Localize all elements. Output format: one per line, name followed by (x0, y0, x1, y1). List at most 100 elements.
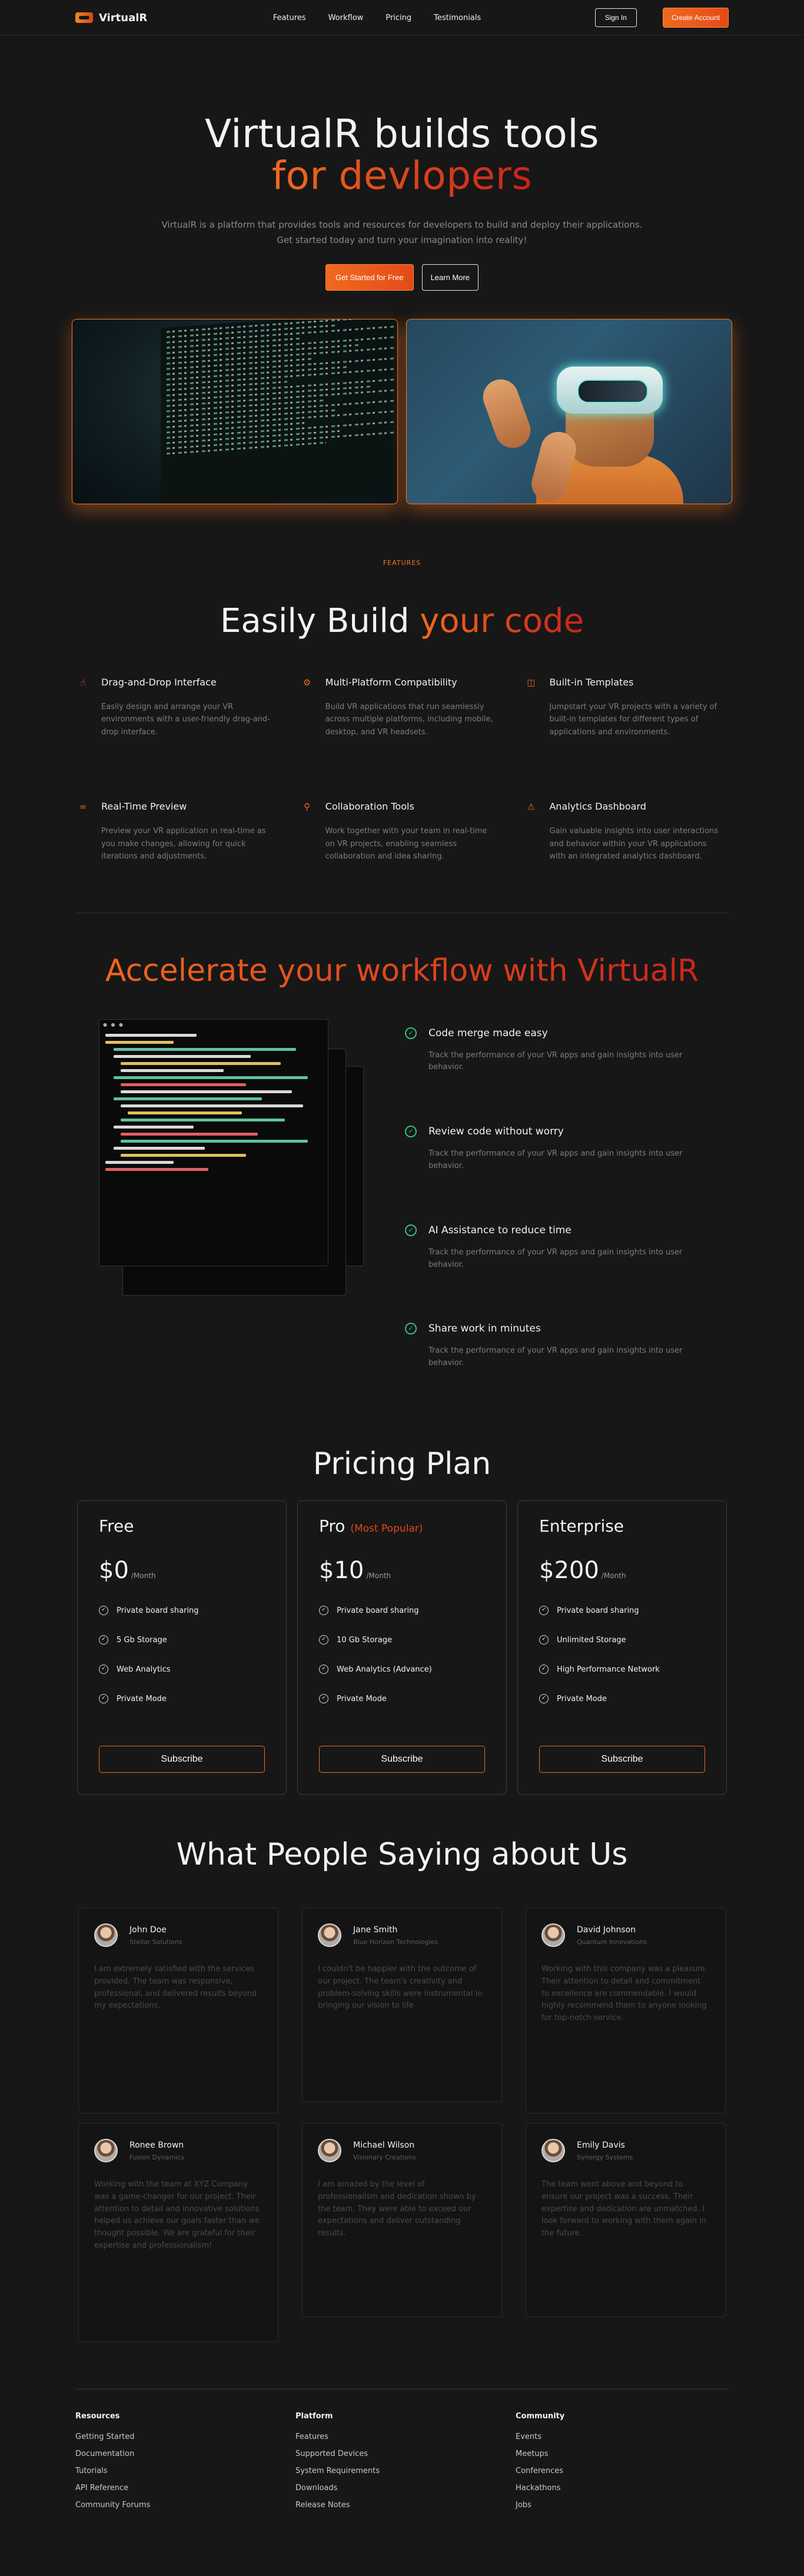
navbar: VirtualR Features Workflow Pricing Testi… (0, 0, 804, 35)
multi-platform-icon: ⚙ (303, 677, 311, 688)
check-circle-icon: ✓ (319, 1694, 328, 1704)
plan-feature: ✓ Private Mode (539, 1684, 705, 1713)
plan-price: $0/Month (99, 1557, 156, 1585)
footer-link[interactable]: Community Forums (75, 2501, 295, 2518)
avatar (94, 1923, 118, 1948)
footer-link[interactable]: Jobs (516, 2501, 736, 2518)
plan-card-enterprise: Enterprise $200/Month ✓ Private board sha… (517, 1500, 727, 1795)
check-icon: ✓ (405, 1323, 417, 1335)
footer-link[interactable]: Tutorials (75, 2467, 295, 2484)
footer-link[interactable]: Hackathons (516, 2484, 736, 2501)
pricing-section: Pricing Plan Free $0/Month ✓ Private boar… (75, 1446, 729, 1795)
nav-link-testimonials[interactable]: Testimonials (434, 14, 481, 22)
footer-link[interactable]: API Reference (75, 2484, 295, 2501)
testimonial-card: Ronee Brown Fusion Dynamics Working with … (78, 2123, 278, 2342)
check-circle-icon: ✓ (99, 1665, 108, 1675)
plan-feature: ✓ 10 Gb Storage (319, 1625, 485, 1655)
check-circle-icon: ✓ (539, 1606, 549, 1616)
check-circle-icon: ✓ (99, 1694, 108, 1704)
plan-feature: ✓ Private Mode (99, 1684, 265, 1713)
check-circle-icon: ✓ (319, 1635, 328, 1645)
workflow-title: Accelerate your workflow with VirtualR (75, 953, 729, 989)
check-circle-icon: ✓ (539, 1665, 549, 1675)
pricing-title: Pricing Plan (313, 1446, 491, 1482)
nav-link-pricing[interactable]: Pricing (386, 14, 411, 22)
subscribe-button[interactable]: Subscribe (99, 1746, 265, 1773)
check-circle-icon: ✓ (319, 1665, 328, 1675)
check-icon: ✓ (405, 1126, 417, 1138)
feature-card: ⚠ Analytics Dashboard Gain valuable insig… (526, 801, 726, 863)
plan-price: $200/Month (539, 1557, 626, 1585)
feature-card: ∞ Real-Time Preview Preview your VR appli… (78, 801, 278, 863)
drag-icon: ☝ (80, 677, 86, 688)
plan-feature: ✓ Private board sharing (539, 1596, 705, 1625)
subscribe-button[interactable]: Subscribe (319, 1746, 485, 1773)
feature-card: ⚲ Collaboration Tools Work together with … (302, 801, 503, 863)
hero-title: VirtualR builds tools for devlopers (0, 113, 804, 197)
nav-links: Features Workflow Pricing Testimonials (261, 14, 481, 22)
features-title: Easily Build your code (220, 602, 584, 641)
vr-headset-icon (75, 12, 93, 23)
testimonial-card: David Johnson Quantum Innovations Working… (526, 1908, 726, 2114)
nav-link-workflow[interactable]: Workflow (328, 14, 364, 22)
testimonials-title: What People Saying about Us (176, 1837, 628, 1873)
footer-column-platform: Platform Features Supported Devices Syst… (295, 2412, 516, 2518)
template-icon: ◫ (527, 677, 536, 688)
check-circle-icon: ✓ (539, 1635, 549, 1645)
check-circle-icon: ✓ (99, 1635, 108, 1645)
plan-feature: ✓ Private board sharing (319, 1596, 485, 1625)
plan-feature: ✓ Private board sharing (99, 1596, 265, 1625)
analytics-icon: ⚠ (527, 801, 536, 812)
hero-subtitle: VirtualR is a platform that provides too… (161, 219, 643, 245)
features-section: FEATURES Easily Build your code ☝ Drag-an… (75, 559, 729, 913)
nav-link-features[interactable]: Features (273, 14, 306, 22)
avatar (318, 1923, 341, 1948)
collaboration-icon: ⚲ (304, 801, 311, 812)
check-icon: ✓ (405, 1224, 417, 1236)
footer-link[interactable]: Downloads (295, 2484, 516, 2501)
footer-link[interactable]: System Requirements (295, 2467, 516, 2484)
brand-logo[interactable]: VirtualR (75, 12, 147, 24)
feature-card: ⚙ Multi-Platform Compatibility Build VR a… (302, 677, 503, 738)
footer-link[interactable]: Meetups (516, 2449, 736, 2467)
workflow-item: ✓ Share work in minutes Track the perform… (405, 1323, 711, 1370)
plan-card-pro: Pro (Most Popular) $10/Month ✓ Private bo… (297, 1500, 507, 1795)
plan-price: $10/Month (319, 1557, 391, 1585)
plan-feature: ✓ Web Analytics (99, 1655, 265, 1684)
footer-column-resources: Resources Getting Started Documentation … (75, 2412, 295, 2518)
check-circle-icon: ✓ (539, 1694, 549, 1704)
footer-link[interactable]: Documentation (75, 2449, 295, 2467)
footer-column-community: Community Events Meetups Conferences Hac… (516, 2412, 736, 2518)
most-popular-badge: (Most Popular) (350, 1523, 423, 1535)
footer-link[interactable]: Release Notes (295, 2501, 516, 2518)
avatar (318, 2139, 341, 2163)
footer-link[interactable]: Getting Started (75, 2432, 295, 2449)
get-started-button[interactable]: Get Started for Free (325, 264, 414, 291)
footer-link[interactable]: Features (295, 2432, 516, 2449)
brand-name: VirtualR (99, 11, 148, 24)
testimonials-section: What People Saying about Us John Doe Stel… (75, 1837, 729, 2342)
plan-feature: ✓ Unlimited Storage (539, 1625, 705, 1655)
footer-link[interactable]: Events (516, 2432, 736, 2449)
check-circle-icon: ✓ (99, 1606, 108, 1616)
hero-section: VirtualR builds tools for devlopers Virt… (0, 35, 804, 505)
testimonial-card: Jane Smith Blue Horizon Technologies I co… (302, 1908, 502, 2102)
workflow-item: ✓ AI Assistance to reduce time Track the … (405, 1224, 711, 1272)
workflow-section: Accelerate your workflow with VirtualR ●… (75, 953, 729, 1422)
check-circle-icon: ✓ (319, 1606, 328, 1616)
plan-feature: ✓ High Performance Network (539, 1655, 705, 1684)
subscribe-button[interactable]: Subscribe (539, 1746, 705, 1773)
hero-image-code-screen (72, 319, 398, 505)
learn-more-button[interactable]: Learn More (421, 264, 479, 291)
footer-link[interactable]: Conferences (516, 2467, 736, 2484)
plan-feature: ✓ Web Analytics (Advance) (319, 1655, 485, 1684)
footer-link[interactable]: Supported Devices (295, 2449, 516, 2467)
avatar (541, 2139, 565, 2163)
hero-image-vr-person (406, 319, 732, 505)
check-icon: ✓ (405, 1027, 417, 1039)
create-account-button[interactable]: Create Account (662, 8, 729, 28)
testimonial-card: John Doe Stellar Solutions I am extremely… (78, 1908, 278, 2114)
feature-card: ◫ Built-in Templates Jumpstart your VR pr… (527, 677, 717, 737)
plan-feature: ✓ Private Mode (319, 1684, 485, 1713)
sign-in-button[interactable]: Sign In (594, 8, 637, 27)
